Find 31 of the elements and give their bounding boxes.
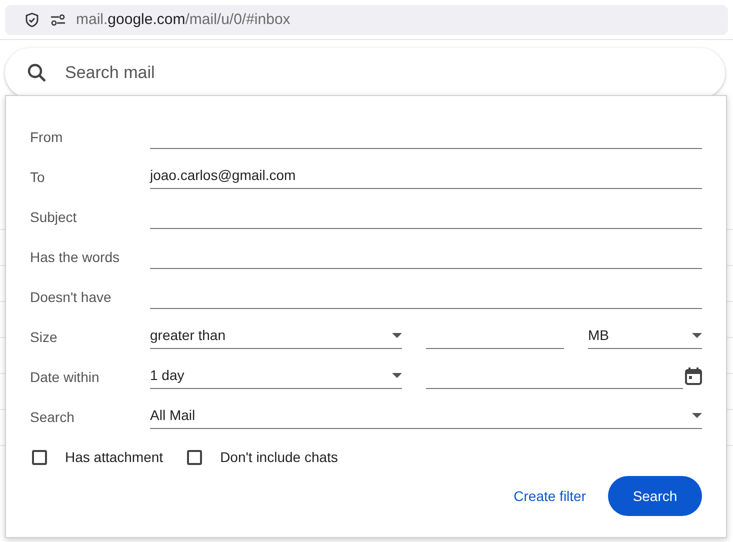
checkbox[interactable] — [187, 450, 202, 464]
checkbox-label: Has attachment — [65, 448, 164, 466]
search-button[interactable]: Search — [608, 476, 702, 516]
search-bar[interactable]: Search mail — [5, 48, 725, 98]
search-scope-dropdown[interactable]: All Mail — [150, 403, 702, 429]
size-operator-dropdown[interactable]: greater than — [150, 323, 402, 349]
checkbox[interactable] — [32, 450, 47, 464]
create-filter-link[interactable]: Create filter — [512, 486, 588, 506]
caret-icon — [692, 333, 702, 338]
caret-icon — [692, 413, 702, 418]
date-range-dropdown[interactable]: 1 day — [150, 363, 402, 389]
url-text[interactable]: mail.google.com/mail/u/0/#inbox — [76, 8, 290, 32]
field-label: From — [30, 128, 64, 147]
field-label: Search — [30, 408, 76, 427]
field-label: To — [30, 168, 46, 187]
caret-icon — [392, 373, 402, 378]
input-field[interactable]: joao.carlos@gmail.com — [150, 163, 702, 189]
settings-icon[interactable] — [50, 14, 66, 26]
field-label: Subject — [30, 208, 78, 227]
caret-icon — [392, 333, 402, 338]
field-label: Size — [30, 328, 58, 347]
field-label: Date within — [30, 368, 100, 387]
unit-dropdown[interactable]: MB — [588, 323, 702, 349]
calendar-icon[interactable] — [685, 367, 702, 385]
field-label: Doesn't have — [30, 288, 112, 307]
search-icon — [27, 63, 47, 83]
search-placeholder: Search mail — [65, 62, 155, 84]
checkbox-label: Don't include chats — [220, 448, 338, 466]
shield-icon — [24, 12, 40, 28]
address-bar[interactable]: mail.google.com/mail/u/0/#inbox — [5, 5, 728, 35]
field-label: Has the words — [30, 248, 120, 267]
